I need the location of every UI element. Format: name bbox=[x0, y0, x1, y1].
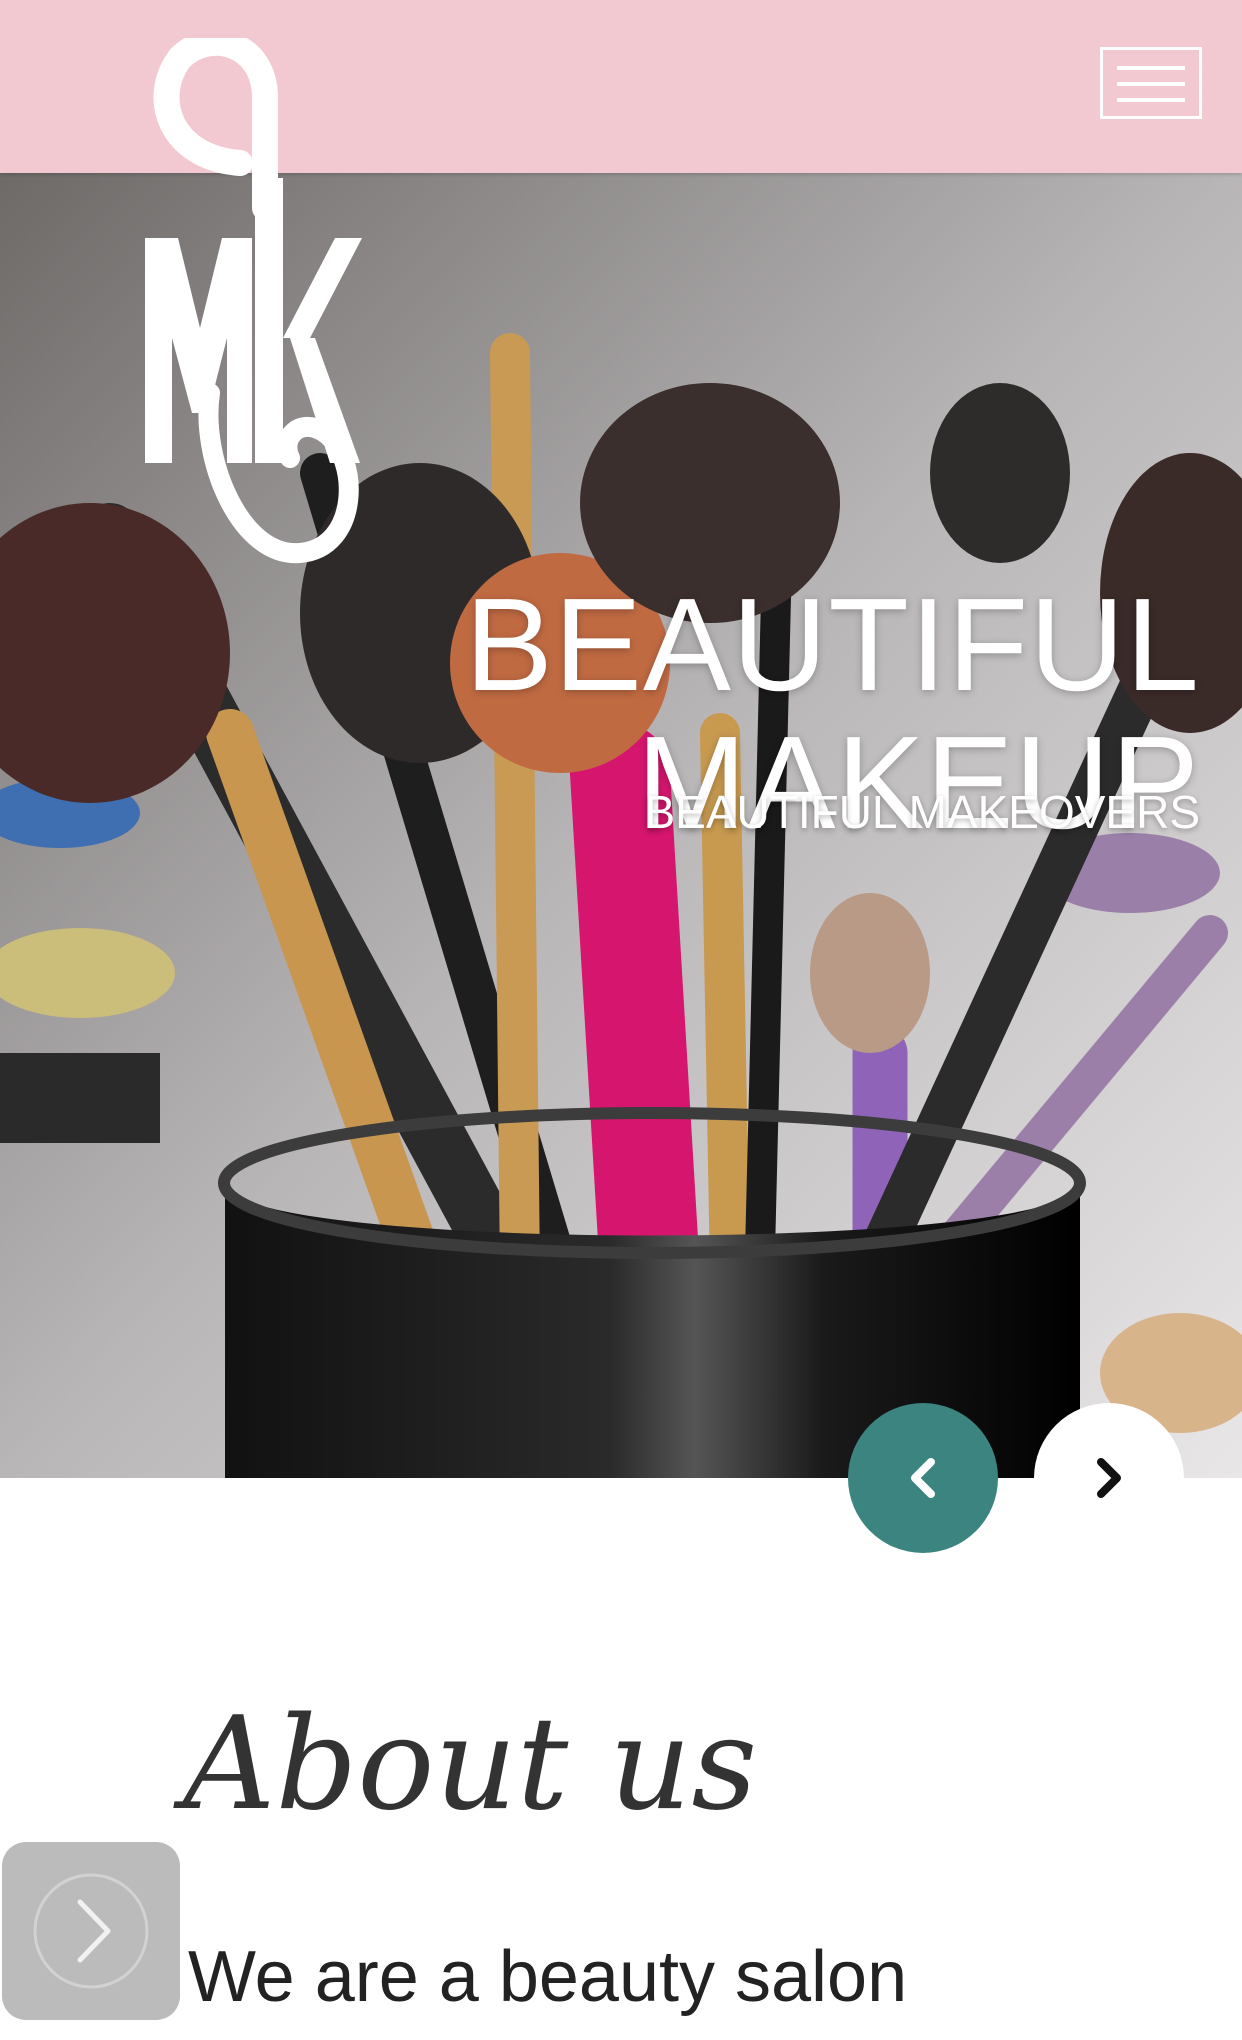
chevron-right-icon bbox=[1097, 1458, 1121, 1498]
hero-title-line-1: BEAUTIFUL bbox=[464, 571, 1200, 719]
slider-prev-button[interactable] bbox=[848, 1403, 998, 1553]
hamburger-icon bbox=[1117, 66, 1185, 70]
hero-subtitle: BEAUTIFUL MAKEOVERS bbox=[644, 786, 1200, 838]
hamburger-icon-bar bbox=[1117, 98, 1185, 102]
menu-button[interactable] bbox=[1100, 47, 1202, 119]
chevron-left-icon bbox=[911, 1458, 935, 1498]
mk-logo[interactable] bbox=[130, 38, 370, 568]
about-heading: About us bbox=[183, 1690, 758, 1839]
about-text: We are a beauty salon bbox=[188, 1937, 908, 2017]
floating-next-button[interactable] bbox=[2, 1842, 180, 2020]
hamburger-icon-bar bbox=[1117, 82, 1185, 86]
slider-next-button[interactable] bbox=[1034, 1403, 1184, 1553]
chevron-right-icon bbox=[33, 1873, 149, 1989]
